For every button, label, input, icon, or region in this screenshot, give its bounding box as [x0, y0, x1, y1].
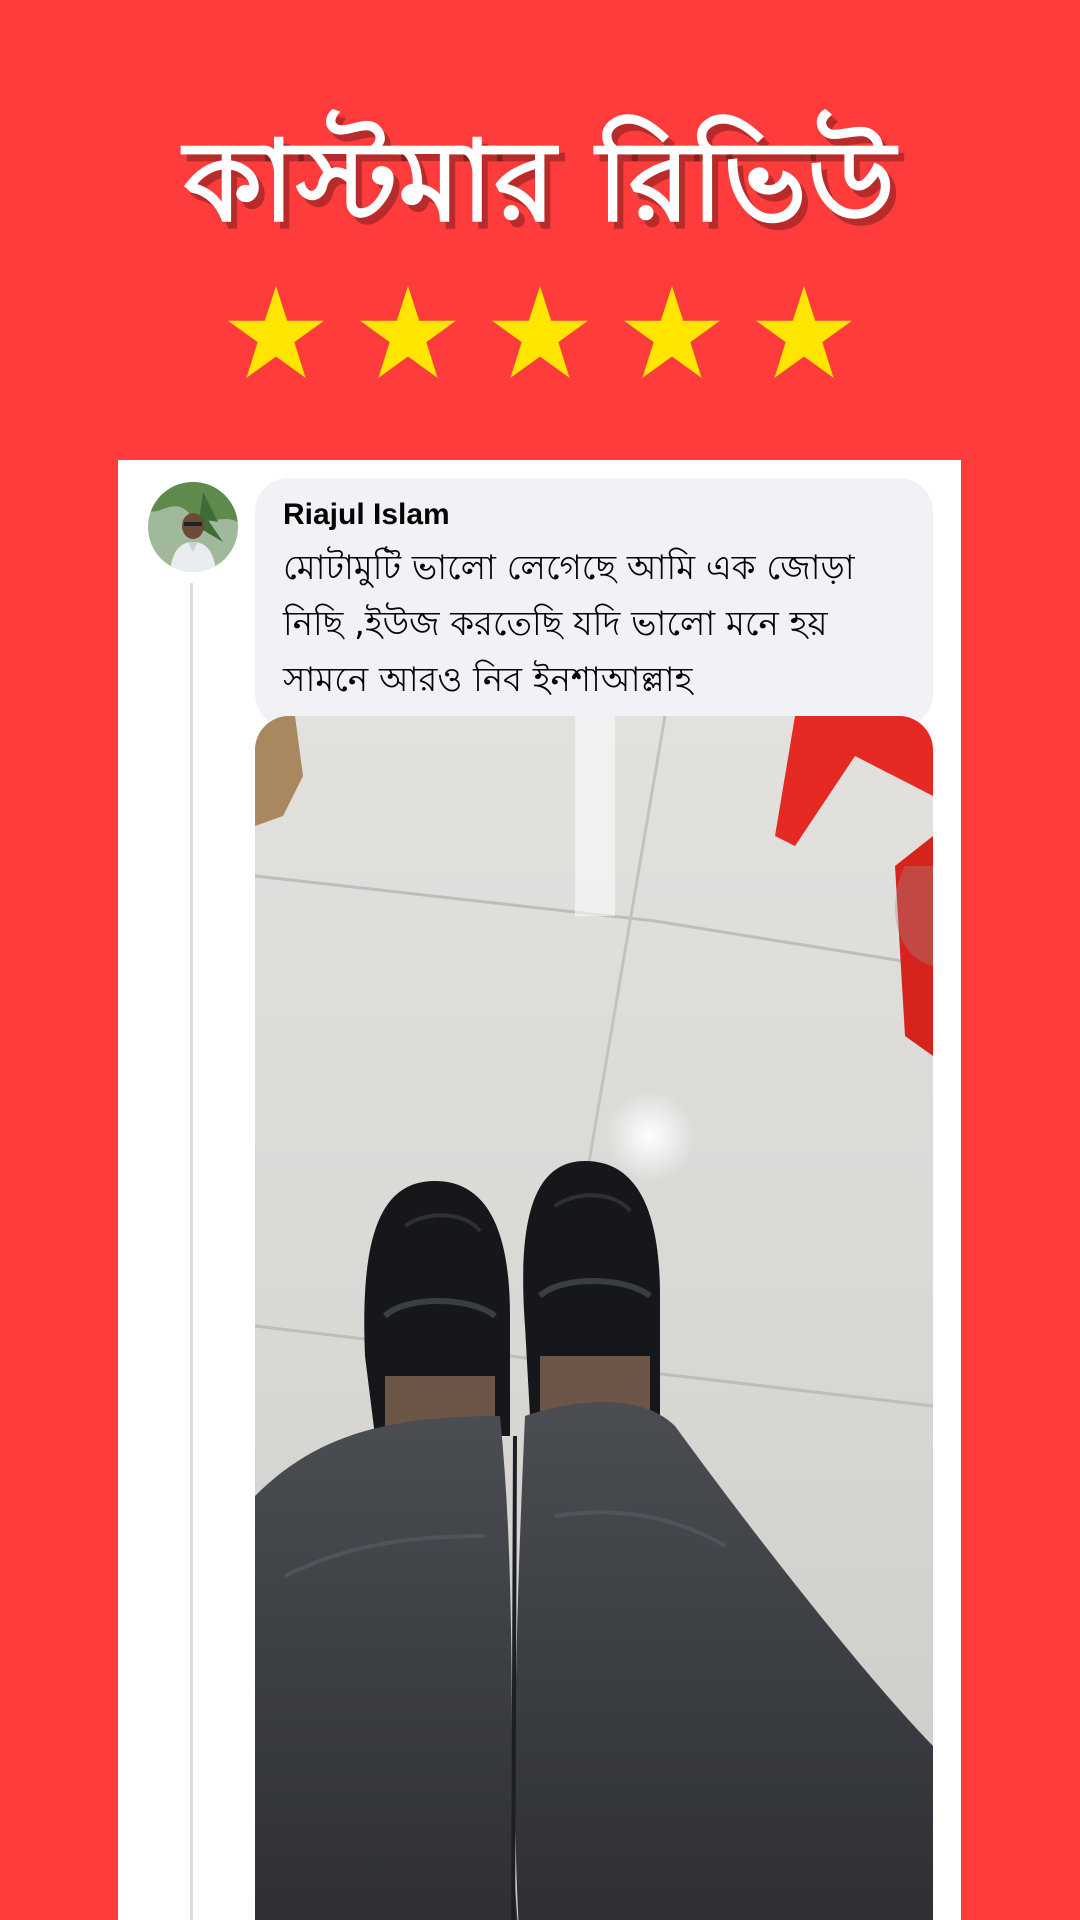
star-icon [753, 282, 855, 384]
thread-line [190, 583, 193, 1920]
avatar[interactable] [148, 482, 238, 572]
review-poster: কাস্টমার রিভিউ Riajul Islam মোটামুটি ভাল… [0, 0, 1080, 1920]
star-rating [0, 282, 1080, 384]
star-icon [621, 282, 723, 384]
review-photo-icon [255, 716, 933, 1920]
review-card: Riajul Islam মোটামুটি ভালো লেগেছে আমি এক… [118, 460, 961, 1920]
star-icon [225, 282, 327, 384]
review-photo[interactable] [255, 716, 933, 1920]
comment-author[interactable]: Riajul Islam [283, 492, 905, 538]
avatar-photo-icon [148, 482, 238, 572]
comment-bubble[interactable]: Riajul Islam মোটামুটি ভালো লেগেছে আমি এক… [255, 478, 933, 728]
star-icon [489, 282, 591, 384]
star-icon [357, 282, 459, 384]
page-title: কাস্টমার রিভিউ [183, 117, 897, 247]
comment-text: মোটামুটি ভালো লেগেছে আমি এক জোড়া নিছি ,… [283, 548, 855, 700]
